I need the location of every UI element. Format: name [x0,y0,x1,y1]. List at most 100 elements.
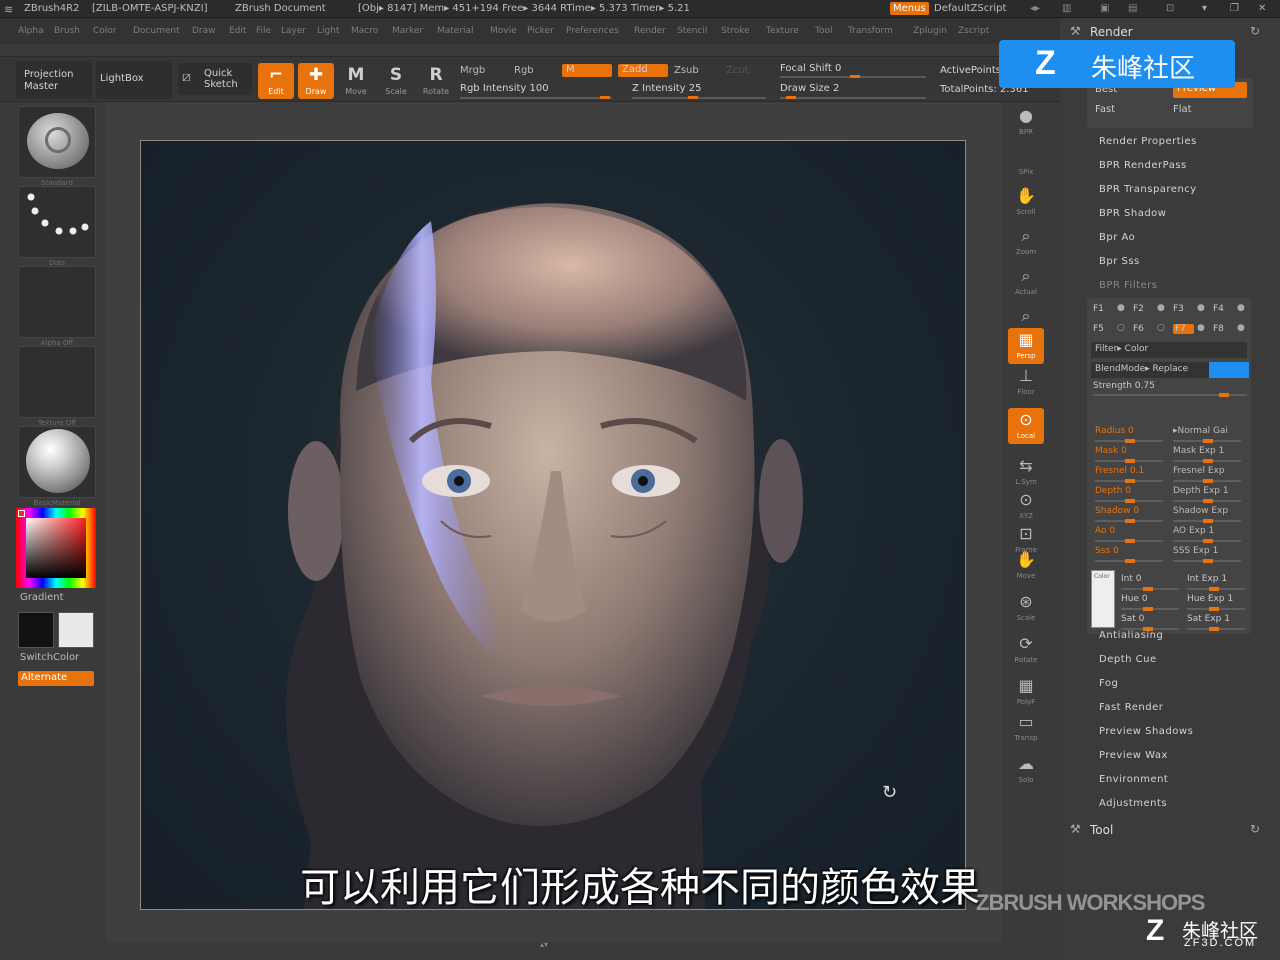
filter-param-slider[interactable]: Mask Exp 1 [1173,446,1224,456]
shelf-bpr-button[interactable]: ● BPR [1008,104,1044,140]
shelf-solo-button[interactable]: ☁ Solo [1008,752,1044,788]
render-menu-item[interactable]: Fog [1099,678,1118,689]
shelf-spix-button[interactable]: SPix [1008,144,1044,180]
lock-icon[interactable]: ⊡ [1166,3,1174,14]
filter-param-slider[interactable]: Depth 0 [1095,486,1131,496]
menu-item[interactable]: Preferences [566,26,619,36]
tool-refresh-icon[interactable]: ↻ [1250,822,1260,836]
projection-master-button[interactable]: Projection Master [16,61,92,99]
fast-button[interactable]: Fast [1095,104,1115,115]
render-menu-item[interactable]: BPR Filters [1099,280,1158,291]
material-picker[interactable]: BasicMaterial [18,426,96,507]
color-filter-param-slider[interactable]: Sat 0 [1121,614,1144,624]
color-filter-param-slider[interactable]: Sat Exp 1 [1187,614,1230,624]
shelf-scale-button[interactable]: ⊛ Scale [1008,590,1044,626]
filter-slot-toggle-icon[interactable]: ● [1157,303,1165,313]
filter-param-slider[interactable]: Mask 0 [1095,446,1127,456]
filter-param-track[interactable] [1095,519,1163,523]
filter-param-track[interactable] [1095,459,1163,463]
menu-item[interactable]: Material [437,26,474,36]
filter-slot-toggle-icon[interactable]: ● [1197,303,1205,313]
menu-item[interactable]: Edit [229,26,246,36]
filter-param-slider[interactable]: SSS Exp 1 [1173,546,1218,556]
filter-param-track[interactable] [1095,439,1163,443]
filter-param-slider[interactable]: Fresnel 0.1 [1095,466,1144,476]
filter-param-track[interactable] [1173,479,1241,483]
default-zscript-button[interactable]: DefaultZScript [934,3,1006,14]
switch-color-button[interactable]: SwitchColor [20,652,79,663]
render-menu-item[interactable]: BPR Transparency [1099,184,1197,195]
filter-slot-toggle-icon[interactable]: ● [1237,323,1245,333]
menu-item[interactable]: Alpha [18,26,44,36]
rgb-intensity-slider[interactable]: Rgb Intensity 100 [460,83,549,94]
filter-param-track[interactable] [1095,479,1163,483]
z-intensity-slider[interactable]: Z Intensity 25 [632,83,701,94]
zcut-button[interactable]: Zcut [726,65,749,76]
color-filter-param-track[interactable] [1121,587,1179,591]
menu-item[interactable]: Layer [281,26,306,36]
rgb-button[interactable]: Rgb [514,65,534,76]
menu-item[interactable]: File [256,26,271,36]
menu-item[interactable]: Texture [766,26,799,36]
menu-item[interactable]: Macro [351,26,378,36]
menu-item[interactable]: Zplugin [913,26,947,36]
filter-param-slider[interactable]: Depth Exp 1 [1173,486,1229,496]
rgb-intensity-track[interactable] [460,97,612,99]
alpha-picker[interactable]: Alpha Off [18,266,96,347]
shelf-transp-button[interactable]: ▭ Transp [1008,710,1044,746]
filter-param-slider[interactable]: ▸Normal Gai [1173,426,1228,436]
focal-shift-knob[interactable] [850,75,860,78]
filter-color-swatch[interactable]: Color [1091,570,1115,628]
filter-param-track[interactable] [1173,499,1241,503]
mrgb-button[interactable]: Mrgb [460,65,485,76]
filter-slot-toggle-icon[interactable]: ○ [1157,323,1165,333]
layout-icon[interactable]: ▥ [1062,3,1071,14]
render-menu-item[interactable]: Render Properties [1099,136,1197,147]
menu-item[interactable]: Stencil [677,26,707,36]
filter-slot-toggle-icon[interactable]: ● [1117,303,1125,313]
texture-picker[interactable]: Texture Off [18,346,96,427]
render-menu-item[interactable]: Bpr Sss [1099,256,1140,267]
shelf-persp-button[interactable]: ▦ Persp [1008,328,1044,364]
menu-item[interactable]: Color [93,26,117,36]
quick-sketch-button[interactable]: ⧄ Quick Sketch [178,63,252,95]
menu-item[interactable]: Marker [392,26,423,36]
render-menu-item[interactable]: BPR Shadow [1099,208,1166,219]
filter-param-slider[interactable]: AO Exp 1 [1173,526,1214,536]
filter-slot-toggle-icon[interactable]: ○ [1117,323,1125,333]
filter-param-track[interactable] [1173,539,1241,543]
close-icon[interactable]: ✕ [1258,3,1266,14]
focal-shift-slider[interactable]: Focal Shift 0 [780,63,841,74]
filter-param-track[interactable] [1173,439,1241,443]
rgb-intensity-knob[interactable] [600,96,610,99]
palette-icon[interactable]: ▣ [1100,3,1109,14]
menu-item[interactable]: Zscript [958,26,989,36]
filter-slot-button[interactable]: F2 [1133,304,1144,314]
panel-refresh-icon[interactable]: ↻ [1250,24,1260,38]
filter-param-track[interactable] [1095,539,1163,543]
shelf-floor-button[interactable]: ⊥ Floor [1008,364,1044,400]
render-menu-item[interactable]: Preview Shadows [1099,726,1193,737]
filter-slot-button[interactable]: F7 [1173,324,1194,334]
blend-mode-select[interactable]: BlendMode▸ Replace [1091,362,1209,378]
menus-button[interactable]: Menus [890,2,929,15]
render-menu-item[interactable]: Depth Cue [1099,654,1157,665]
menu-item[interactable]: Brush [54,26,80,36]
shelf-move-button[interactable]: ✋ Move [1008,548,1044,584]
render-menu-item[interactable]: Fast Render [1099,702,1163,713]
filter-param-slider[interactable]: Radius 0 [1095,426,1134,436]
render-menu-item[interactable]: Antialiasing [1099,630,1163,641]
canvas-scroll-arrows-icon[interactable]: ▴▾ [540,940,548,949]
shelf-actual-button[interactable]: ⌕ Actual [1008,264,1044,300]
color-picker[interactable] [16,508,96,588]
minimize-icon[interactable]: ▾ [1202,3,1207,14]
nav-arrows-icon[interactable]: ◂▸ [1030,3,1040,14]
filter-param-slider[interactable]: Ao 0 [1095,526,1115,536]
shelf-l-sym-button[interactable]: ⇆ L.Sym [1008,454,1044,490]
menu-item[interactable]: Light [317,26,339,36]
scale-button[interactable]: S Scale [378,63,414,99]
menu-item[interactable]: Render [634,26,666,36]
edit-button[interactable]: ⌐ Edit [258,63,294,99]
render-menu-item[interactable]: Environment [1099,774,1168,785]
lightbox-button[interactable]: LightBox [96,61,172,99]
